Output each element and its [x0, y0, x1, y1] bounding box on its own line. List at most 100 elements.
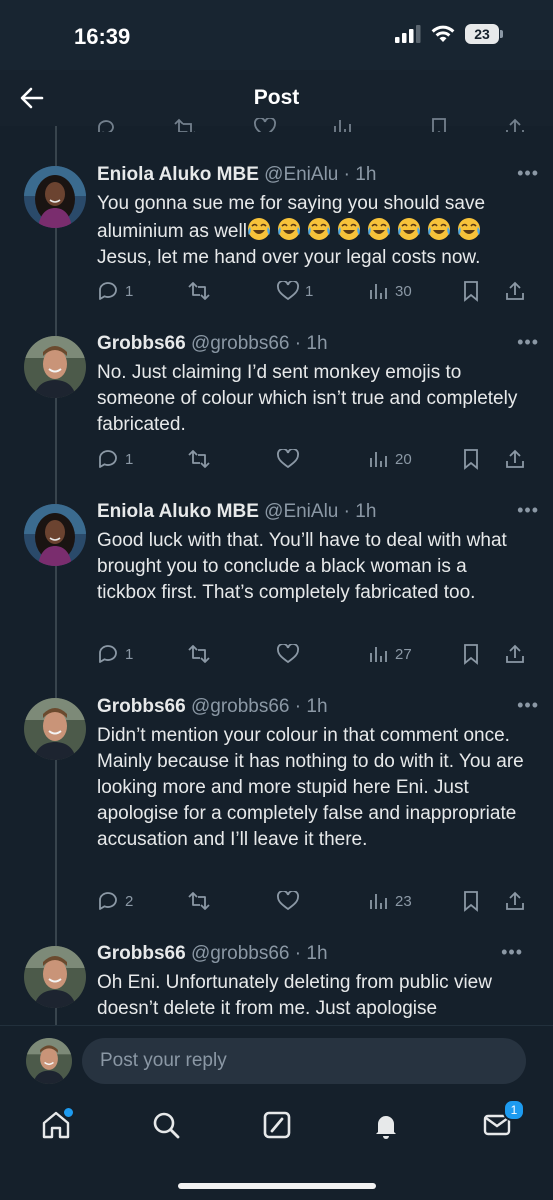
- reply-button[interactable]: 1: [97, 448, 133, 470]
- more-options-icon[interactable]: •••: [517, 332, 539, 353]
- author-name[interactable]: Eniola Aluko MBE: [97, 164, 259, 185]
- cellular-signal-icon: [395, 25, 421, 43]
- wifi-icon: [431, 25, 455, 42]
- like-button[interactable]: [277, 891, 299, 911]
- bookmark-icon: [464, 449, 478, 470]
- tweet[interactable]: Grobbs66 @grobbs66 · 1h ••• No. Just cla…: [97, 332, 538, 438]
- views-icon: [370, 452, 387, 467]
- tweet[interactable]: Eniola Aluko MBE @EniAlu · 1h ••• Good l…: [97, 500, 538, 606]
- reply-composer: Post your reply: [0, 1025, 553, 1098]
- avatar[interactable]: [24, 504, 86, 566]
- more-options-icon[interactable]: •••: [517, 695, 539, 716]
- views-button[interactable]: 23: [369, 891, 412, 911]
- like-button[interactable]: 1: [277, 281, 313, 301]
- bookmark-icon: [464, 281, 478, 302]
- status-time: 16:39: [74, 24, 131, 49]
- share-button[interactable]: [505, 448, 525, 470]
- tweet-actions: 1 27: [97, 641, 527, 667]
- avatar[interactable]: [24, 336, 86, 398]
- thread-line: [55, 228, 57, 336]
- reply-count: 1: [125, 282, 134, 300]
- repost-button[interactable]: [187, 890, 211, 912]
- avatar[interactable]: [24, 166, 86, 228]
- thread-line: [55, 566, 57, 698]
- reply-button[interactable]: 1: [97, 643, 133, 665]
- more-options-icon[interactable]: •••: [501, 942, 523, 963]
- avatar[interactable]: [24, 698, 86, 760]
- tweet-actions: 2 23: [97, 888, 527, 914]
- tweet[interactable]: Grobbs66 @grobbs66 · 1h ••• Didn’t menti…: [97, 695, 538, 853]
- face-with-tears-of-joy-icon: [277, 217, 301, 241]
- face-with-tears-of-joy-icon: [337, 217, 361, 241]
- tab-messages[interactable]: 1: [481, 1099, 525, 1141]
- repost-button[interactable]: [187, 280, 211, 302]
- repost-button[interactable]: [187, 643, 211, 665]
- repost-icon: [174, 118, 195, 132]
- author-handle[interactable]: @grobbs66: [191, 696, 290, 717]
- battery-level: 23: [465, 24, 499, 44]
- author-handle[interactable]: @grobbs66: [191, 333, 290, 354]
- share-button[interactable]: [505, 890, 525, 912]
- tab-notifications[interactable]: [370, 1109, 402, 1141]
- tweet-text-after: Jesus, let me hand over your legal costs…: [97, 247, 481, 268]
- messages-badge: 1: [503, 1099, 525, 1121]
- share-button[interactable]: [505, 643, 525, 665]
- author-handle[interactable]: @grobbs66: [191, 943, 290, 964]
- author-handle[interactable]: @EniAlu: [264, 164, 338, 185]
- author-name[interactable]: Grobbs66: [97, 696, 186, 717]
- tab-home[interactable]: [40, 1106, 75, 1141]
- bookmark-button[interactable]: [462, 643, 480, 665]
- repost-icon: [188, 645, 210, 663]
- tab-search[interactable]: [150, 1109, 182, 1141]
- reply-button[interactable]: 1: [97, 280, 133, 302]
- author-name[interactable]: Grobbs66: [97, 943, 186, 964]
- page-title: Post: [253, 86, 300, 109]
- search-icon: [153, 1112, 180, 1139]
- face-with-tears-of-joy-icon: [247, 217, 271, 241]
- status-bar: 16:39 23: [0, 0, 553, 70]
- reply-input[interactable]: Post your reply: [82, 1038, 526, 1084]
- views-button[interactable]: 27: [369, 644, 412, 664]
- share-icon: [506, 644, 524, 663]
- face-with-tears-of-joy-icon: [427, 217, 451, 241]
- share-icon: [506, 449, 524, 468]
- like-icon: [254, 118, 276, 132]
- bookmark-button[interactable]: [462, 890, 480, 912]
- notifications-bell-icon: [376, 1116, 396, 1139]
- view-count: 30: [395, 282, 412, 300]
- reply-count: 2: [125, 892, 134, 910]
- avatar[interactable]: [26, 1038, 72, 1084]
- tweet-text: Oh Eni. Unfortunately deleting from publ…: [97, 972, 492, 1019]
- reply-icon: [99, 282, 117, 300]
- status-indicators: 23: [395, 24, 503, 44]
- views-button[interactable]: 20: [369, 449, 412, 469]
- like-icon: [277, 281, 299, 301]
- tab-grok[interactable]: [261, 1109, 293, 1141]
- share-button[interactable]: [505, 280, 525, 302]
- avatar[interactable]: [24, 946, 86, 1008]
- tweet[interactable]: Eniola Aluko MBE @EniAlu · 1h ••• You go…: [97, 163, 538, 271]
- home-notification-dot: [62, 1106, 75, 1119]
- views-button[interactable]: 30: [369, 281, 412, 301]
- views-icon: [370, 647, 387, 662]
- home-indicator: [178, 1183, 376, 1189]
- author-name[interactable]: Grobbs66: [97, 333, 186, 354]
- bookmark-button[interactable]: [462, 448, 480, 470]
- view-count: 23: [395, 892, 412, 910]
- more-options-icon[interactable]: •••: [517, 163, 539, 184]
- author-handle[interactable]: @EniAlu: [264, 501, 338, 522]
- repost-button[interactable]: [187, 448, 211, 470]
- share-icon: [506, 891, 524, 910]
- views-icon: [370, 894, 387, 909]
- views-icon: [370, 284, 387, 299]
- reply-button[interactable]: 2: [97, 890, 133, 912]
- view-count: 27: [395, 645, 412, 663]
- views-icon: [334, 120, 351, 132]
- author-name[interactable]: Eniola Aluko MBE: [97, 501, 259, 522]
- like-button[interactable]: [277, 449, 299, 469]
- share-icon: [506, 281, 524, 300]
- like-button[interactable]: [277, 644, 299, 664]
- more-options-icon[interactable]: •••: [517, 500, 539, 521]
- bookmark-button[interactable]: [462, 280, 480, 302]
- tweet[interactable]: Grobbs66 @grobbs66 · 1h ••• Oh Eni. Unfo…: [97, 942, 527, 1025]
